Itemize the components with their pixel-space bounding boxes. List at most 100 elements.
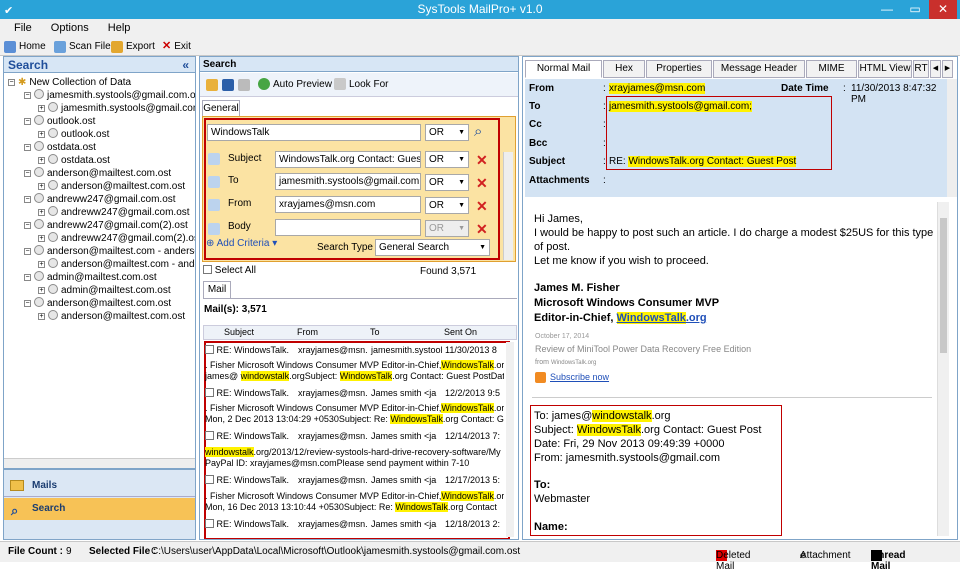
- windowstalk-link[interactable]: WindowsTalk.org: [616, 312, 707, 324]
- keyword-operator-select[interactable]: OR ▼: [425, 124, 469, 141]
- horizontal-scrollbar[interactable]: [4, 458, 195, 468]
- to-operator-select[interactable]: OR ▼: [425, 174, 469, 191]
- bcc-label: Bcc: [529, 138, 548, 149]
- scan-file-button[interactable]: Scan File: [54, 39, 111, 54]
- col-from[interactable]: From: [297, 326, 318, 339]
- look-for-icon: [334, 78, 346, 90]
- body-operator-select[interactable]: OR ▼: [425, 220, 469, 237]
- criteria-icon: [208, 199, 220, 211]
- remove-subject-icon[interactable]: ✕: [476, 153, 488, 167]
- from-input[interactable]: xrayjames@msn.com: [275, 196, 421, 213]
- search-go-icon[interactable]: ⌕: [474, 123, 482, 140]
- tab-mail[interactable]: Mail: [203, 281, 231, 298]
- table-row[interactable]: RE: WindowsTalk. xrayjames@msn. jamesmit…: [205, 345, 504, 356]
- to-input[interactable]: jamesmith.systools@gmail.com: [275, 173, 421, 190]
- look-for-button[interactable]: Look For: [334, 78, 388, 90]
- open-icon[interactable]: [206, 79, 218, 91]
- home-button[interactable]: Home: [4, 39, 46, 54]
- selected-file-label: Selected File :: [89, 546, 157, 557]
- subject-operator-select[interactable]: OR ▼: [425, 151, 469, 168]
- navigation-panel: Mails ⌕ Search: [3, 469, 196, 540]
- export-button[interactable]: Export: [111, 39, 155, 54]
- col-subject[interactable]: Subject: [224, 326, 254, 339]
- table-row[interactable]: RE: WindowsTalk. xrayjames@msn. James sm…: [205, 431, 504, 442]
- tab-hex-view[interactable]: Hex View: [603, 60, 645, 90]
- tree-node[interactable]: − admin@mailtest.com.ost: [24, 271, 157, 284]
- col-sent-on[interactable]: Sent On: [444, 326, 477, 339]
- table-row[interactable]: RE: WindowsTalk. xrayjames@msn. James sm…: [205, 388, 504, 399]
- tree-node[interactable]: − andreww247@gmail.com.ost: [24, 193, 176, 206]
- scan-icon: [54, 40, 66, 53]
- tab-html-view[interactable]: HTML View: [858, 60, 912, 78]
- header-scrollbar[interactable]: [947, 79, 957, 197]
- collapse-button[interactable]: «: [182, 57, 189, 73]
- add-criteria-button[interactable]: ⊕ Add Criteria ▾: [206, 238, 277, 249]
- tree-node[interactable]: − ostdata.ost: [24, 141, 96, 154]
- criteria-scrollbar[interactable]: [503, 152, 513, 260]
- tree-node[interactable]: + ostdata.ost: [38, 154, 110, 167]
- tree-node[interactable]: − outlook.ost: [24, 115, 95, 128]
- row-snippet: Mon, 2 Dec 2013 13:04:29 +0530Subject: R…: [205, 414, 504, 424]
- ost-file-icon: [34, 297, 44, 307]
- body-scrollbar[interactable]: [937, 202, 949, 536]
- search-type-label: Search Type: [317, 242, 373, 253]
- menu-options[interactable]: Options: [43, 19, 97, 37]
- scrollbar-thumb[interactable]: [940, 218, 947, 353]
- search-type-select[interactable]: General Search ▼: [375, 239, 490, 256]
- tree-node[interactable]: + anderson@mailtest.com - anders: [38, 258, 195, 271]
- mailbox-icon: [48, 284, 58, 294]
- tab-properties-view[interactable]: Properties View: [646, 60, 712, 90]
- tab-mime-view[interactable]: MIME View: [806, 60, 857, 90]
- tree-node[interactable]: − anderson@mailtest.com.ost: [24, 297, 171, 310]
- close-button[interactable]: ✕: [929, 0, 957, 19]
- tree-node[interactable]: + andreww247@gmail.com(2).ost: [38, 232, 195, 245]
- mails-count: Mail(s): 3,571: [204, 304, 267, 315]
- select-all-checkbox[interactable]: Select All: [203, 265, 256, 276]
- restore-button[interactable]: ▭: [901, 0, 929, 19]
- tree-node[interactable]: − andreww247@gmail.com(2).ost: [24, 219, 188, 232]
- tree-node[interactable]: + anderson@mailtest.com.ost: [38, 310, 185, 323]
- exit-button[interactable]: ✕ Exit: [162, 39, 191, 54]
- remove-to-icon[interactable]: ✕: [476, 176, 488, 190]
- tree-node[interactable]: + outlook.ost: [38, 128, 109, 141]
- mailbox-icon: [48, 102, 58, 112]
- tree-node[interactable]: − jamesmith.systools@gmail.com.ost: [24, 89, 195, 102]
- tree-node[interactable]: +jamesmith.systools@gmail.com.ost: [38, 102, 195, 115]
- save-icon[interactable]: [222, 79, 234, 91]
- tree-node[interactable]: + admin@mailtest.com.ost: [38, 284, 171, 297]
- clear-icon[interactable]: [238, 79, 250, 91]
- tab-normal-mail-view[interactable]: Normal Mail View: [525, 60, 602, 90]
- search-pane: Search Auto Preview Look For General Win…: [199, 56, 519, 540]
- menu-file[interactable]: File: [0, 19, 40, 37]
- nav-search[interactable]: ⌕ Search: [4, 498, 195, 520]
- nav-mails[interactable]: Mails: [4, 475, 195, 497]
- remove-body-icon[interactable]: ✕: [476, 222, 488, 236]
- tree-node[interactable]: + anderson@mailtest.com.ost: [38, 180, 185, 193]
- ost-file-icon: [34, 271, 44, 281]
- subject-input[interactable]: WindowsTalk.org Contact: Guest Po: [275, 151, 421, 168]
- date-label: Date Time: [781, 83, 829, 94]
- body-input[interactable]: [275, 219, 421, 236]
- minimize-button[interactable]: —: [873, 0, 901, 19]
- remove-from-icon[interactable]: ✕: [476, 199, 488, 213]
- table-row[interactable]: RE: WindowsTalk. xrayjames@msn. James sm…: [205, 475, 504, 486]
- menu-help[interactable]: Help: [100, 19, 139, 37]
- auto-preview-button[interactable]: Auto Preview: [258, 78, 332, 90]
- table-row[interactable]: RE: WindowsTalk. xrayjames@msn. James sm…: [205, 519, 504, 530]
- tree-node[interactable]: − ✱ New Collection of Data: [8, 76, 131, 89]
- row-snippet: Mon, 16 Dec 2013 13:10:44 +0530Subject: …: [205, 502, 497, 512]
- tree-node[interactable]: − anderson@mailtest.com - anderson.: [24, 245, 195, 258]
- tabs-scroll-right[interactable]: ▶: [942, 60, 953, 78]
- tabs-scroll-left[interactable]: ◀: [930, 60, 941, 78]
- subscribe-link[interactable]: Subscribe now: [535, 370, 609, 384]
- tree-node[interactable]: + andreww247@gmail.com.ost: [38, 206, 190, 219]
- results-scrollbar[interactable]: [506, 342, 514, 537]
- from-operator-select[interactable]: OR ▼: [425, 197, 469, 214]
- mailbox-icon: [48, 258, 58, 268]
- tab-general[interactable]: General: [202, 100, 240, 116]
- tree-node[interactable]: − anderson@mailtest.com.ost: [24, 167, 171, 180]
- tab-message-header-view[interactable]: Message Header View: [713, 60, 805, 90]
- tab-rtf-view[interactable]: RT: [913, 60, 929, 78]
- col-to[interactable]: To: [370, 326, 380, 339]
- keyword-input[interactable]: WindowsTalk: [207, 124, 421, 141]
